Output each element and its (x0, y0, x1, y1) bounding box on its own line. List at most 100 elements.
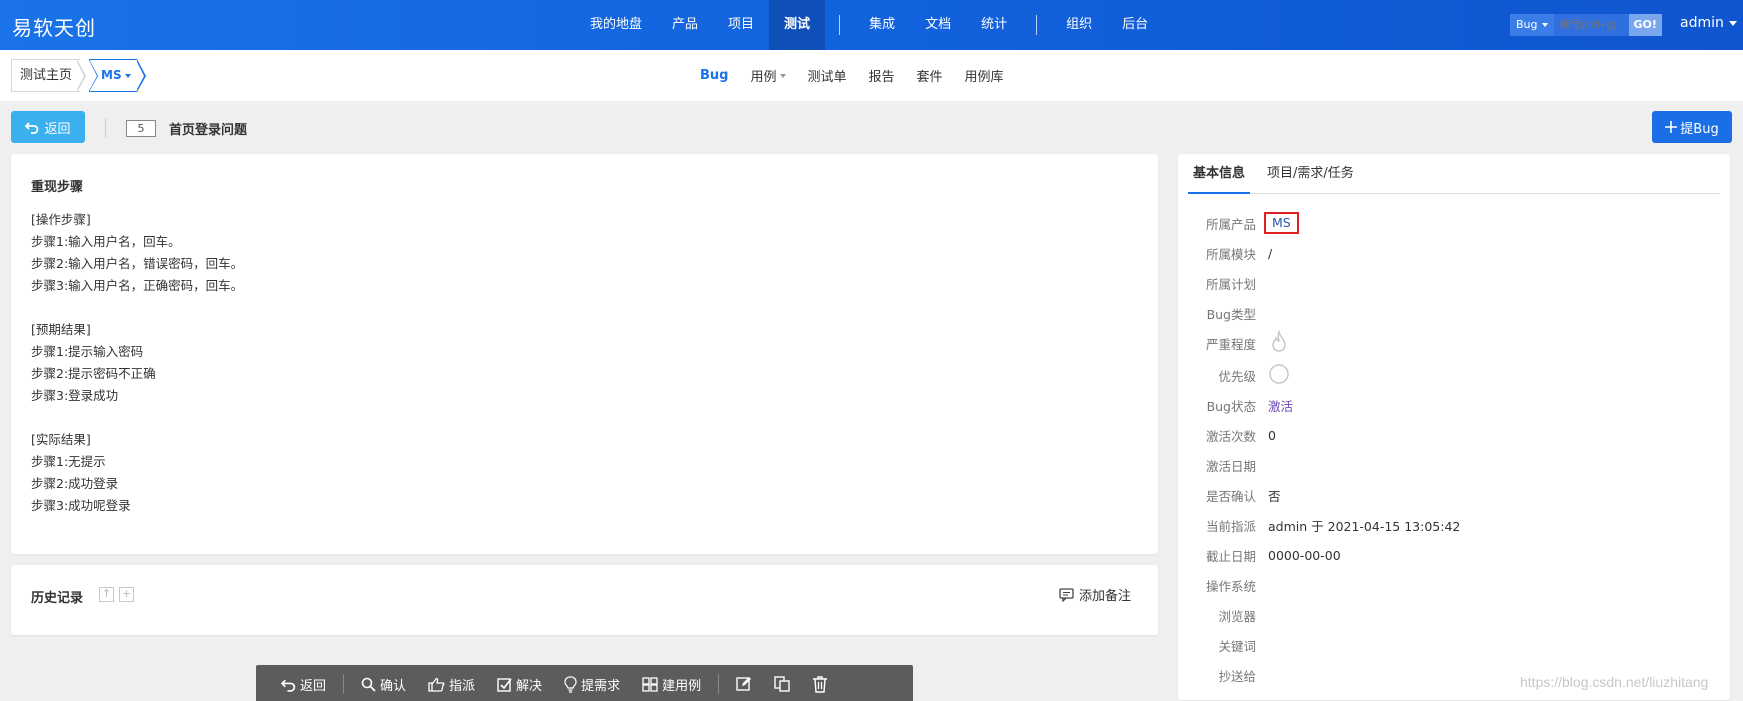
action-delete-button[interactable] (801, 665, 839, 701)
chevron-down-icon (779, 73, 786, 78)
sitemap-icon (642, 676, 658, 692)
nav-divider (1036, 15, 1038, 35)
history-panel: 历史记录 ↑ + 添加备注 (11, 565, 1158, 635)
bug-id-badge: 5 (126, 120, 156, 137)
nav-product[interactable]: 产品 (657, 0, 713, 50)
user-menu[interactable]: admin (1680, 15, 1737, 31)
info-label: 所属模块 (1205, 246, 1256, 262)
checkbox-icon (497, 677, 512, 692)
steps-line (31, 407, 1138, 429)
tab-basic-info[interactable]: 基本信息 (1188, 154, 1251, 194)
nav-project[interactable]: 项目 (713, 0, 769, 50)
steps-line (31, 297, 1138, 319)
chevron-down-icon (1541, 23, 1548, 27)
nav-admin[interactable]: 后台 (1107, 0, 1163, 50)
subnav-case[interactable]: 用例 (750, 66, 786, 85)
app-logo[interactable]: 易软天创 (12, 12, 96, 41)
steps-line: 步骤2:输入用户名，错误密码，回车。 (31, 256, 244, 271)
steps-line: 步骤2:成功登录 (31, 476, 119, 491)
action-back-label: 返回 (300, 678, 327, 694)
subnav-case-label: 用例 (750, 70, 777, 85)
steps-line: [实际结果] (31, 432, 91, 447)
hand-point-icon (428, 677, 445, 692)
chevron-down-icon (1728, 20, 1737, 26)
priority-circle-icon (1268, 363, 1290, 388)
breadcrumb-test-home[interactable]: 测试主页 (11, 59, 81, 92)
action-confirm-button[interactable]: 确认 (350, 665, 417, 701)
info-row-type: Bug类型 (1188, 298, 1708, 328)
info-row-activated-date: 激活日期 (1188, 450, 1708, 480)
search-input[interactable] (1553, 14, 1629, 36)
subnav-caselib[interactable]: 用例库 (965, 66, 1004, 85)
global-search: Bug GO! (1510, 14, 1662, 36)
edit-icon (736, 677, 752, 691)
breadcrumb-product-label: MS (101, 68, 122, 82)
info-label: 当前指派 (1205, 518, 1256, 534)
info-value: / (1268, 245, 1273, 261)
search-type-select[interactable]: Bug (1510, 14, 1554, 36)
info-value: admin 于 2021-04-15 13:05:42 (1268, 518, 1461, 534)
subnav-testtask[interactable]: 测试单 (808, 66, 847, 85)
product-link[interactable]: MS (1264, 212, 1299, 234)
info-label: 激活次数 (1205, 428, 1256, 444)
info-label: 抄送给 (1218, 668, 1256, 684)
info-value: 0 (1268, 427, 1276, 443)
breadcrumb-arrow-inner (76, 60, 84, 91)
nav-company[interactable]: 组织 (1051, 0, 1107, 50)
info-label: 操作系统 (1205, 578, 1256, 594)
info-row-priority: 优先级 (1188, 360, 1708, 390)
search-go-button[interactable]: GO! (1628, 14, 1662, 36)
user-name: admin (1680, 15, 1724, 31)
action-assign-button[interactable]: 指派 (417, 665, 486, 701)
info-label: 所属产品 (1205, 216, 1256, 232)
subnav-report[interactable]: 报告 (869, 66, 895, 85)
action-back-button[interactable]: 返回 (270, 665, 337, 701)
search-type-label: Bug (1516, 18, 1538, 31)
add-note-label: 添加备注 (1079, 589, 1132, 604)
expand-plus-icon[interactable]: + (119, 587, 134, 602)
info-row-deadline: 截止日期 0000-00-00 (1188, 540, 1708, 570)
add-note-button[interactable]: 添加备注 (1059, 585, 1131, 604)
lightbulb-icon (564, 675, 577, 693)
steps-line: 步骤1:输入用户名，回车。 (31, 234, 181, 249)
steps-line: 步骤2:提示密码不正确 (31, 366, 156, 381)
action-copy-button[interactable] (763, 665, 801, 701)
info-tabs: 基本信息 项目/需求/任务 (1188, 154, 1720, 194)
severity-icon (1268, 328, 1290, 357)
steps-line: 步骤3:成功呢登录 (31, 498, 131, 513)
new-bug-button[interactable]: 提Bug (1652, 111, 1732, 143)
nav-my[interactable]: 我的地盘 (575, 0, 657, 50)
steps-line: 步骤3:输入用户名，正确密码，回车。 (31, 278, 244, 293)
steps-line: 步骤1:无提示 (31, 454, 106, 469)
title-divider (105, 118, 106, 138)
action-edit-button[interactable] (725, 665, 763, 701)
info-label: 严重程度 (1205, 336, 1256, 352)
action-divider (343, 674, 345, 694)
nav-qa[interactable]: 测试 (769, 0, 826, 50)
qa-sub-nav: Bug 用例 测试单 报告 套件 用例库 (700, 50, 1004, 101)
action-to-story-button[interactable]: 提需求 (553, 665, 631, 701)
info-row-status: Bug状态 激活 (1188, 390, 1708, 420)
bug-action-bar: 返回 确认 指派 解决 提需求 建用例 (256, 665, 913, 701)
action-resolve-button[interactable]: 解决 (486, 665, 553, 701)
steps-title: 重现步骤 (31, 180, 84, 195)
sort-up-icon[interactable]: ↑ (99, 587, 114, 602)
watermark: https://blog.csdn.net/liuzhitang (1520, 674, 1709, 690)
subnav-bug[interactable]: Bug (700, 68, 728, 83)
back-button[interactable]: 返回 (11, 111, 85, 143)
nav-ci[interactable]: 集成 (854, 0, 910, 50)
action-confirm-label: 确认 (380, 678, 407, 694)
info-label: 截止日期 (1205, 548, 1256, 564)
action-create-case-button[interactable]: 建用例 (631, 665, 712, 701)
comment-icon (1059, 587, 1074, 602)
nav-report[interactable]: 统计 (966, 0, 1022, 50)
info-value: 否 (1268, 488, 1281, 504)
info-label: 关键词 (1218, 638, 1256, 654)
bug-info-panel: 基本信息 项目/需求/任务 所属产品 MS 所属模块 / 所属计划 Bug类型 … (1178, 154, 1730, 700)
info-label: 优先级 (1218, 368, 1256, 384)
steps-line: [操作步骤] (31, 212, 91, 227)
subnav-suite[interactable]: 套件 (917, 66, 943, 85)
undo-icon (281, 679, 296, 692)
nav-doc[interactable]: 文档 (910, 0, 966, 50)
tab-project-story-task[interactable]: 项目/需求/任务 (1262, 154, 1359, 194)
